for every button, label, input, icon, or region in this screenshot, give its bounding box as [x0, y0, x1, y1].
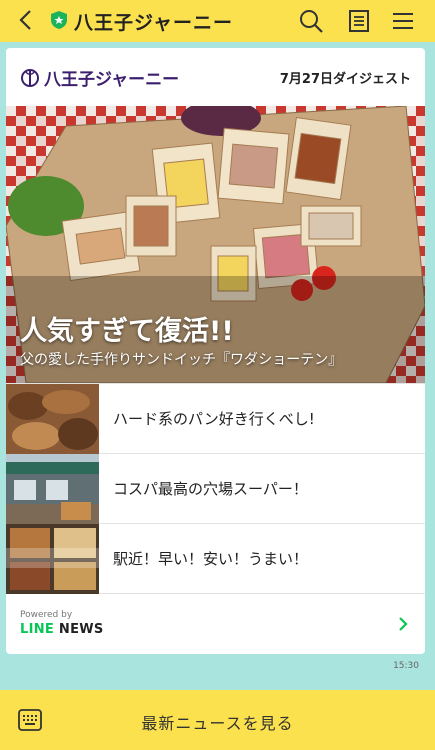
article-title: ハード系のパン好き行くべし! [113, 410, 315, 428]
hero-article[interactable]: 人気すぎて復活!! 父の愛した手作りサンドイッチ『ワダショーテン』 [6, 106, 425, 383]
brand[interactable]: 八王子ジャーニー [20, 65, 179, 90]
line-news-logo: LINE NEWS [20, 622, 104, 637]
verified-shield-icon [51, 11, 67, 29]
article-thumbnail [6, 523, 99, 594]
provider-row[interactable]: Powered by LINE NEWS [6, 593, 425, 653]
list-item[interactable]: コスパ最高の穴場スーパー！ [6, 453, 425, 524]
bottom-bar: 最新ニュースを見る [0, 690, 435, 750]
brand-logo-icon [21, 69, 39, 87]
card-header: 八王子ジャーニー 7月27日ダイジェスト [6, 48, 425, 106]
article-title: コスパ最高の穴場スーパー！ [113, 480, 308, 498]
hero-headline: 人気すぎて復活!! [20, 316, 234, 347]
provider: Powered by LINE NEWS [20, 610, 104, 637]
list-item[interactable]: 駅近！早い！安い！うまい！ [6, 523, 425, 594]
search-icon[interactable] [298, 8, 324, 34]
message-timestamp: 15:30 [393, 661, 419, 671]
article-thumbnail [6, 453, 99, 524]
powered-by-label: Powered by [20, 610, 73, 620]
hero-subtitle: 父の愛した手作りサンドイッチ『ワダショーテン』 [20, 352, 343, 368]
brand-name: 八王子ジャーニー [44, 69, 180, 90]
latest-news-button[interactable]: 最新ニュースを見る [0, 710, 435, 734]
top-bar: 八王子ジャーニー [0, 0, 435, 42]
digest-card: 八王子ジャーニー 7月27日ダイジェスト 人気すぎて復活!! 父の愛した手作りサ… [6, 48, 425, 654]
back-arrow-icon[interactable] [14, 8, 38, 32]
header-title: 八王子ジャーニー [74, 12, 234, 34]
article-title: 駅近！早い！安い！うまい！ [113, 550, 309, 568]
menu-icon[interactable] [390, 8, 416, 34]
digest-date: 7月27日ダイジェスト [279, 71, 411, 87]
chevron-right-icon[interactable] [395, 616, 411, 632]
notes-icon[interactable] [346, 8, 372, 34]
list-item[interactable]: ハード系のパン好き行くべし! [6, 383, 425, 454]
article-thumbnail [6, 383, 99, 454]
